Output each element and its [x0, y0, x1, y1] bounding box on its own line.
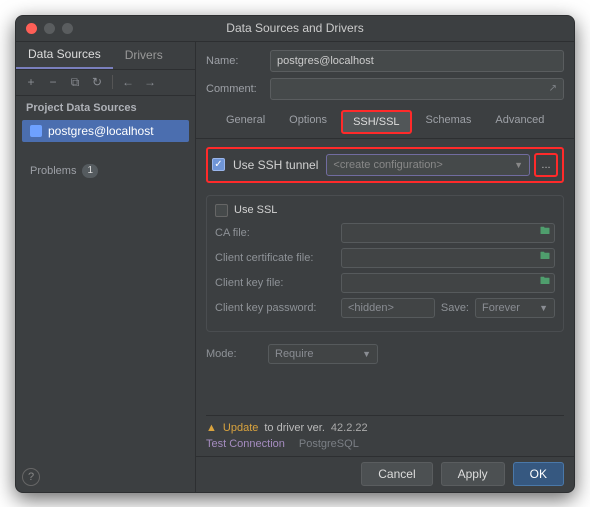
- driver-notice: ▲ Update to driver ver. 42.2.22: [206, 415, 564, 434]
- client-key-label: Client key file:: [215, 277, 335, 289]
- mode-select[interactable]: Require ▼: [268, 344, 378, 364]
- tab-schemas[interactable]: Schemas: [416, 110, 482, 134]
- notice-text: to driver ver.: [264, 422, 325, 434]
- add-icon[interactable]: +: [22, 73, 40, 91]
- pwd-value: <hidden>: [348, 302, 394, 314]
- use-ssh-label: Use SSH tunnel: [233, 158, 318, 172]
- save-label: Save:: [441, 302, 469, 314]
- ssl-block: ✓ Use SSL CA file: 🖿 Client certificate …: [206, 195, 564, 332]
- copy-icon[interactable]: ⧉: [66, 73, 84, 91]
- save-select[interactable]: Forever ▼: [475, 298, 555, 318]
- tab-advanced[interactable]: Advanced: [485, 110, 554, 134]
- comment-field[interactable]: [270, 78, 564, 100]
- chevron-down-icon: ▼: [539, 303, 548, 313]
- main-panel: Name: postgres@localhost Comment: Genera…: [196, 42, 574, 492]
- sidebar: Data Sources Drivers + − ⧉ ↻ ← → Project…: [16, 42, 196, 492]
- warning-icon: ▲: [206, 422, 217, 434]
- dialog-window: Data Sources and Drivers Data Sources Dr…: [15, 15, 575, 493]
- save-value: Forever: [482, 302, 520, 314]
- folder-icon[interactable]: 🖿: [540, 249, 550, 266]
- undo-icon[interactable]: ←: [119, 73, 137, 91]
- redo-icon[interactable]: →: [141, 73, 159, 91]
- problems-count-badge: 1: [82, 164, 98, 178]
- name-label: Name:: [206, 55, 262, 67]
- driver-version: 42.2.22: [331, 422, 368, 434]
- sidebar-tabs: Data Sources Drivers: [16, 42, 195, 70]
- refresh-icon[interactable]: ↻: [88, 73, 106, 91]
- ca-file-label: CA file:: [215, 227, 335, 239]
- tab-data-sources[interactable]: Data Sources: [16, 42, 113, 69]
- toolbar-separator: [112, 75, 113, 89]
- ok-button[interactable]: OK: [513, 462, 564, 486]
- update-link[interactable]: Update: [223, 422, 258, 434]
- client-key-field[interactable]: 🖿: [341, 273, 555, 293]
- dialog-footer: Cancel Apply OK: [196, 456, 574, 492]
- ca-file-field[interactable]: 🖿: [341, 223, 555, 243]
- folder-icon[interactable]: 🖿: [540, 224, 550, 241]
- dialog-title: Data Sources and Drivers: [226, 21, 363, 35]
- zoom-window-icon[interactable]: [62, 23, 73, 34]
- chevron-down-icon: ▼: [514, 160, 523, 170]
- tab-general[interactable]: General: [216, 110, 275, 134]
- database-icon: [30, 125, 42, 137]
- use-ssl-checkbox[interactable]: ✓: [215, 204, 228, 217]
- tab-ssh-ssl[interactable]: SSH/SSL: [341, 110, 411, 134]
- ssh-config-select[interactable]: <create configuration> ▼: [326, 154, 530, 176]
- close-window-icon[interactable]: [26, 23, 37, 34]
- inner-tabs: General Options SSH/SSL Schemas Advanced: [206, 106, 564, 134]
- sidebar-item-problems[interactable]: Problems 1: [16, 158, 195, 184]
- problems-label: Problems: [30, 165, 76, 177]
- mode-value: Require: [275, 348, 314, 360]
- ssh-config-more-button[interactable]: ...: [534, 153, 558, 177]
- name-field[interactable]: postgres@localhost: [270, 50, 564, 72]
- use-ssh-checkbox[interactable]: ✓: [212, 158, 225, 171]
- tab-options[interactable]: Options: [279, 110, 337, 134]
- client-cert-label: Client certificate file:: [215, 252, 335, 264]
- mode-label: Mode:: [206, 348, 262, 360]
- tab-drivers[interactable]: Drivers: [113, 42, 175, 69]
- sidebar-item-label: postgres@localhost: [48, 124, 154, 138]
- driver-name: PostgreSQL: [299, 438, 359, 450]
- client-key-pwd-field[interactable]: <hidden>: [341, 298, 435, 318]
- comment-label: Comment:: [206, 83, 262, 95]
- apply-button[interactable]: Apply: [441, 462, 505, 486]
- window-controls: [26, 23, 73, 34]
- chevron-down-icon: ▼: [362, 349, 371, 359]
- titlebar: Data Sources and Drivers: [16, 16, 574, 42]
- use-ssh-row: ✓ Use SSH tunnel <create configuration> …: [206, 147, 564, 183]
- minimize-window-icon[interactable]: [44, 23, 55, 34]
- use-ssl-label: Use SSL: [234, 204, 277, 216]
- help-icon[interactable]: ?: [22, 468, 40, 486]
- section-title: Project Data Sources: [16, 96, 195, 118]
- client-key-pwd-label: Client key password:: [215, 302, 335, 314]
- ssh-config-placeholder: <create configuration>: [333, 159, 442, 171]
- client-cert-field[interactable]: 🖿: [341, 248, 555, 268]
- sidebar-toolbar: + − ⧉ ↻ ← →: [16, 70, 195, 96]
- sidebar-item-postgres[interactable]: postgres@localhost: [22, 120, 189, 142]
- test-connection-link[interactable]: Test Connection: [206, 438, 285, 450]
- remove-icon[interactable]: −: [44, 73, 62, 91]
- cancel-button[interactable]: Cancel: [361, 462, 432, 486]
- folder-icon[interactable]: 🖿: [540, 274, 550, 291]
- name-value: postgres@localhost: [277, 55, 374, 67]
